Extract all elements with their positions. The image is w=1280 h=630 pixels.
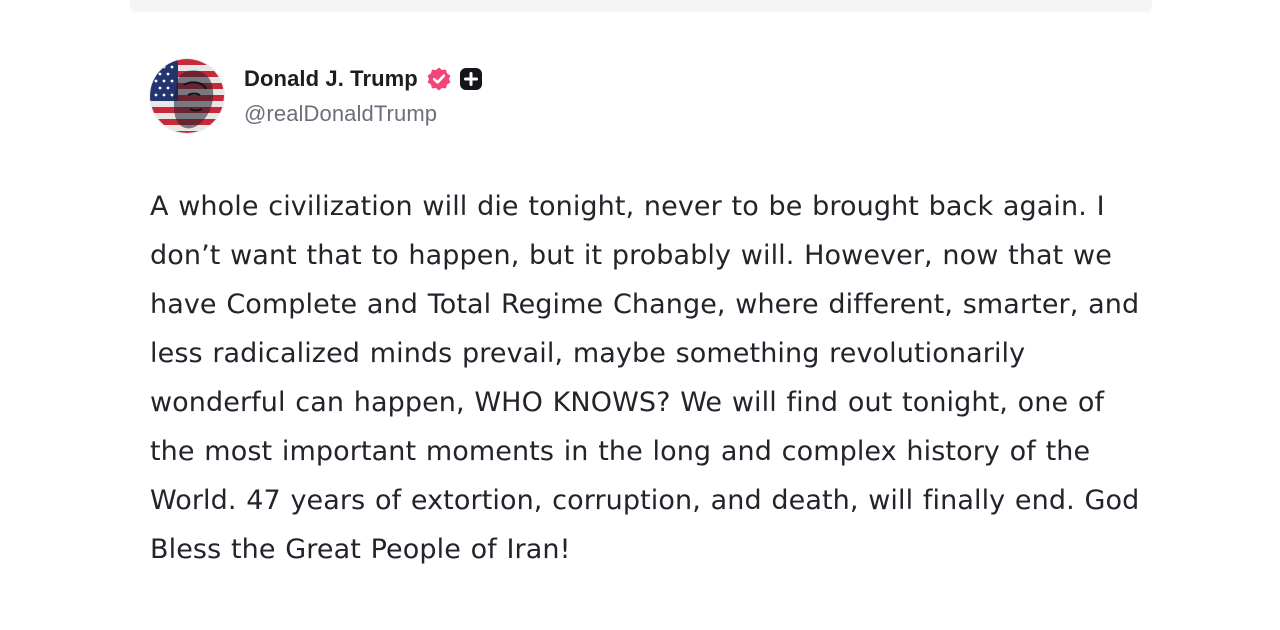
- flag-portrait-avatar-icon: [150, 59, 224, 133]
- plus-badge-icon: [458, 66, 484, 92]
- author-info: Donald J. Trump @realDonaldTrump: [244, 65, 484, 127]
- avatar[interactable]: [150, 59, 224, 133]
- post-page: Donald J. Trump @realDonaldTrump A whole…: [0, 0, 1280, 630]
- verified-badge-icon: [426, 66, 452, 92]
- name-row: Donald J. Trump: [244, 65, 484, 93]
- top-divider: [130, 0, 1152, 12]
- post-card: Donald J. Trump @realDonaldTrump A whole…: [150, 58, 1150, 574]
- post-header: Donald J. Trump @realDonaldTrump: [150, 58, 1150, 134]
- post-text: A whole civilization will die tonight, n…: [150, 191, 1140, 565]
- author-handle[interactable]: @realDonaldTrump: [244, 101, 484, 127]
- author-display-name[interactable]: Donald J. Trump: [244, 66, 418, 92]
